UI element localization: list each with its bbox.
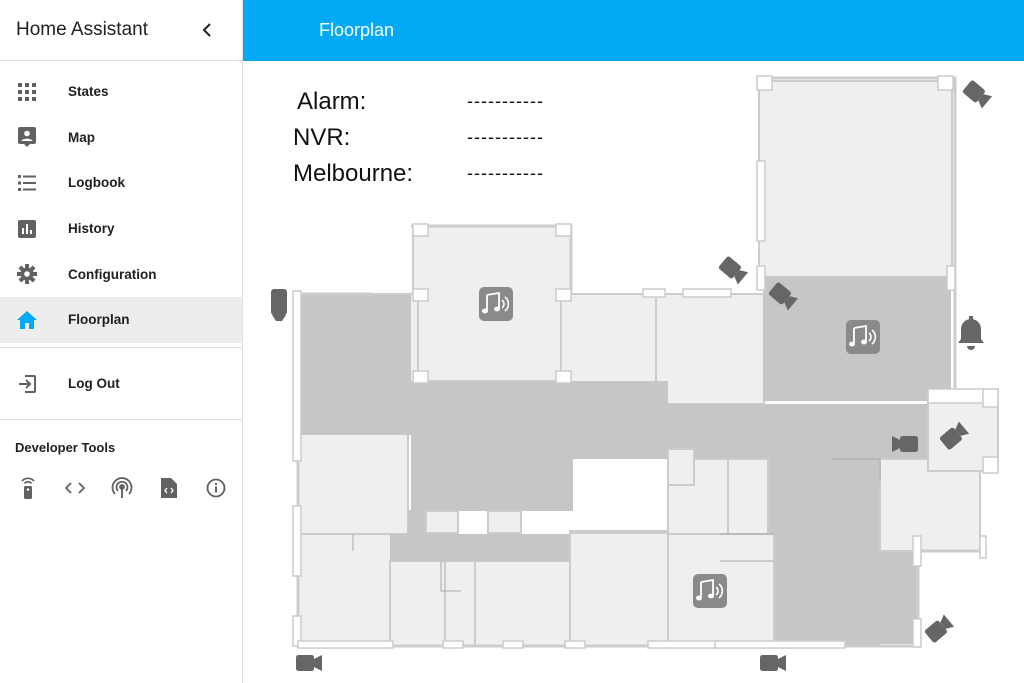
sidebar-item-label: Map	[68, 129, 95, 145]
sidebar-item-label: History	[68, 221, 115, 237]
chevron-left-icon	[202, 23, 211, 37]
broadcast-icon[interactable]	[110, 477, 133, 500]
camera-icon[interactable]	[923, 614, 955, 644]
sidebar-item-configuration[interactable]: Configuration	[0, 251, 242, 297]
sidebar-item-logbook[interactable]: Logbook	[0, 160, 242, 206]
info-icon[interactable]	[204, 477, 227, 500]
camera-icon[interactable]	[961, 79, 993, 109]
speaker-icon[interactable]	[478, 286, 514, 322]
logout-icon	[16, 373, 38, 395]
home-icon	[16, 309, 38, 331]
map-account-icon	[16, 126, 38, 148]
sidebar-item-label: Floorplan	[68, 312, 130, 328]
speaker-icon[interactable]	[692, 573, 728, 609]
camera-icon[interactable]	[760, 655, 786, 671]
developer-tools	[0, 455, 242, 500]
sidebar-item-label: Logbook	[68, 175, 125, 191]
camera-icon[interactable]	[296, 655, 322, 671]
gear-icon	[16, 263, 38, 285]
page-title: Floorplan	[319, 20, 395, 40]
sidebar-item-label: Configuration	[68, 266, 157, 282]
sidebar-item-states[interactable]: States	[0, 69, 242, 115]
speaker-icon[interactable]	[845, 319, 881, 355]
logout-button[interactable]: Log Out	[0, 363, 242, 405]
alarm-bell-icon[interactable]	[958, 316, 984, 350]
remote-icon[interactable]	[16, 477, 39, 500]
camera-icon[interactable]	[892, 436, 918, 452]
file-code-icon[interactable]	[157, 477, 180, 500]
camera-icon[interactable]	[938, 421, 970, 451]
developer-tools-title: Developer Tools	[15, 439, 116, 455]
sidebar-item-history[interactable]: History	[0, 206, 242, 252]
logout-section: Log Out	[0, 348, 242, 419]
collapse-sidebar-button[interactable]	[198, 20, 216, 40]
sidebar-item-map[interactable]: Map	[0, 115, 242, 161]
app-title: Home Assistant	[16, 19, 148, 40]
camera-icon[interactable]	[767, 281, 799, 311]
sidebar-header: Home Assistant	[0, 0, 242, 61]
apps-icon	[16, 81, 38, 103]
floorplan-devices	[271, 79, 993, 671]
sidebar: Home Assistant States Map Logbook Histor…	[0, 0, 243, 683]
chart-bar-icon	[16, 218, 38, 240]
sidebar-item-floorplan[interactable]: Floorplan	[0, 296, 242, 343]
sidebar-item-label: Log Out	[68, 376, 120, 392]
code-icon[interactable]	[63, 477, 86, 500]
format-list-icon	[16, 172, 38, 194]
sidebar-item-label: States	[68, 84, 109, 100]
sidebar-nav: States Map Logbook History Configuration…	[0, 61, 242, 343]
doorbell-icon[interactable]	[271, 289, 287, 321]
floorplan-panel: Alarm: ----------- NVR: ----------- Melb…	[243, 61, 1024, 683]
camera-icon[interactable]	[717, 255, 749, 285]
top-bar: Floorplan	[243, 0, 1024, 61]
